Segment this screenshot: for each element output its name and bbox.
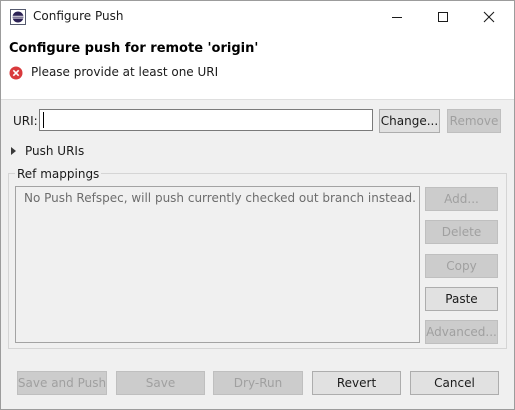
ref-mappings-placeholder: No Push Refspec, will push currently che… bbox=[24, 191, 416, 205]
dialog-heading: Configure push for remote 'origin' bbox=[9, 41, 259, 56]
title-bar: Configure Push bbox=[1, 1, 514, 32]
error-icon bbox=[9, 66, 23, 80]
revert-button[interactable]: Revert bbox=[312, 371, 401, 395]
close-button[interactable] bbox=[466, 1, 512, 32]
uri-label: URI: bbox=[13, 114, 38, 128]
advanced-refspec-button[interactable]: Advanced... bbox=[425, 320, 498, 344]
dialog-header: Configure push for remote 'origin' Pleas… bbox=[1, 32, 514, 100]
expand-arrow-icon bbox=[11, 147, 16, 155]
error-message: Please provide at least one URI bbox=[31, 65, 219, 79]
window-title: Configure Push bbox=[33, 9, 124, 23]
save-and-push-button[interactable]: Save and Push bbox=[17, 371, 107, 395]
configure-push-dialog: Configure Push Configure push for remote… bbox=[0, 0, 515, 410]
change-uri-button[interactable]: Change... bbox=[379, 109, 440, 133]
copy-refspec-button[interactable]: Copy bbox=[425, 254, 498, 278]
minimize-button[interactable] bbox=[374, 1, 420, 32]
maximize-icon bbox=[438, 11, 448, 22]
push-uris-expander[interactable]: Push URIs bbox=[9, 144, 84, 158]
maximize-button[interactable] bbox=[420, 1, 466, 32]
remove-uri-button[interactable]: Remove bbox=[447, 109, 501, 133]
save-button[interactable]: Save bbox=[116, 371, 205, 395]
push-uris-label: Push URIs bbox=[25, 144, 85, 158]
cancel-button[interactable]: Cancel bbox=[410, 371, 499, 395]
add-refspec-button[interactable]: Add... bbox=[425, 187, 498, 211]
paste-refspec-button[interactable]: Paste bbox=[425, 287, 498, 311]
dry-run-button[interactable]: Dry-Run bbox=[213, 371, 303, 395]
text-caret bbox=[43, 112, 44, 128]
minimize-icon bbox=[392, 16, 402, 18]
eclipse-app-icon bbox=[10, 9, 26, 25]
ref-mappings-list[interactable]: No Push Refspec, will push currently che… bbox=[15, 186, 420, 343]
ref-mappings-label: Ref mappings bbox=[15, 167, 102, 181]
delete-refspec-button[interactable]: Delete bbox=[425, 220, 498, 244]
close-icon bbox=[483, 11, 495, 22]
uri-input[interactable] bbox=[39, 109, 373, 131]
